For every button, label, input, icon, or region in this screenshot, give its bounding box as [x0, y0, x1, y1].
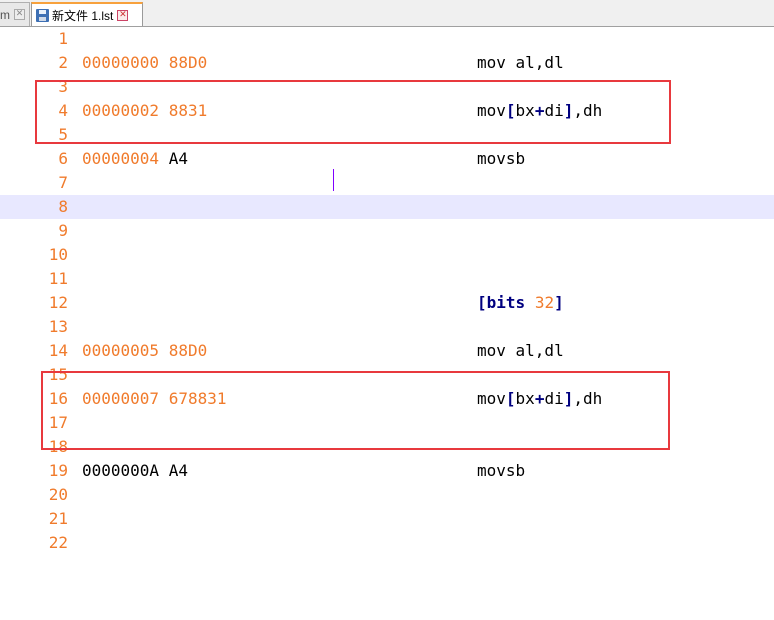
highlight-box-2 — [41, 371, 670, 450]
opcode-bytes: A4 — [168, 149, 188, 168]
close-icon[interactable]: ✕ — [14, 9, 25, 20]
line-number: 13 — [48, 317, 68, 336]
line-number: 2 — [58, 53, 68, 72]
address-value: 0000000A — [82, 461, 160, 480]
code-line[interactable]: 2 00000000 88D0 mov al,dl — [0, 51, 774, 75]
code-line[interactable]: 22 — [0, 531, 774, 555]
line-number: 20 — [48, 485, 68, 504]
code-line[interactable]: 21 — [0, 507, 774, 531]
tab-label: m — [0, 7, 10, 22]
tab-previous-file[interactable]: m ✕ — [0, 2, 30, 26]
asm-instruction: [bits 32] — [477, 293, 564, 312]
line-number: 21 — [48, 509, 68, 528]
line-number: 7 — [58, 173, 68, 192]
line-number: 12 — [48, 293, 68, 312]
listing-address: 0000000A A4 — [82, 459, 188, 483]
code-line[interactable]: 6 00000004 A4 movsb — [0, 147, 774, 171]
text-caret — [333, 169, 334, 191]
line-number: 22 — [48, 533, 68, 552]
asm-instruction: movsb — [477, 461, 526, 480]
highlight-box-1 — [35, 80, 671, 144]
listing-address: 00000005 88D0 — [82, 339, 207, 363]
code-line[interactable]: 13 — [0, 315, 774, 339]
address-value: 00000004 — [82, 149, 160, 168]
address-value: 00000000 — [82, 53, 160, 72]
code-line[interactable]: 12 [bits 32] — [0, 291, 774, 315]
line-number: 19 — [48, 461, 68, 480]
opcode-bytes: 88D0 — [168, 53, 208, 72]
tab-bar: m ✕ 新文件 1.lst ✕ — [0, 0, 774, 27]
code-line[interactable]: 8 — [0, 195, 774, 219]
code-line[interactable]: 10 — [0, 243, 774, 267]
asm-instruction: mov al,dl — [477, 53, 564, 72]
code-line[interactable]: 7 — [0, 171, 774, 195]
save-icon — [36, 8, 49, 22]
tab-active-file[interactable]: 新文件 1.lst ✕ — [31, 2, 143, 26]
listing-address: 00000004 A4 — [82, 147, 188, 171]
line-number: 10 — [48, 245, 68, 264]
address-value: 00000005 — [82, 341, 160, 360]
opcode-bytes: 88D0 — [168, 341, 208, 360]
line-number: 9 — [58, 221, 68, 240]
line-number: 14 — [48, 341, 68, 360]
close-icon[interactable]: ✕ — [117, 9, 129, 21]
opcode-bytes: A4 — [168, 461, 188, 480]
code-line[interactable]: 11 — [0, 267, 774, 291]
code-line[interactable]: 20 — [0, 483, 774, 507]
code-line[interactable]: 14 00000005 88D0 mov al,dl — [0, 339, 774, 363]
code-line[interactable]: 9 — [0, 219, 774, 243]
code-line[interactable]: 19 0000000A A4 movsb — [0, 459, 774, 483]
listing-address: 00000000 88D0 — [82, 51, 207, 75]
line-number: 6 — [58, 149, 68, 168]
line-number: 11 — [48, 269, 68, 288]
line-number: 1 — [58, 29, 68, 48]
asm-instruction: mov al,dl — [477, 341, 564, 360]
asm-instruction: movsb — [477, 149, 526, 168]
code-line[interactable]: 1 — [0, 27, 774, 51]
tab-label: 新文件 1.lst — [52, 8, 114, 23]
line-number: 8 — [58, 197, 68, 216]
